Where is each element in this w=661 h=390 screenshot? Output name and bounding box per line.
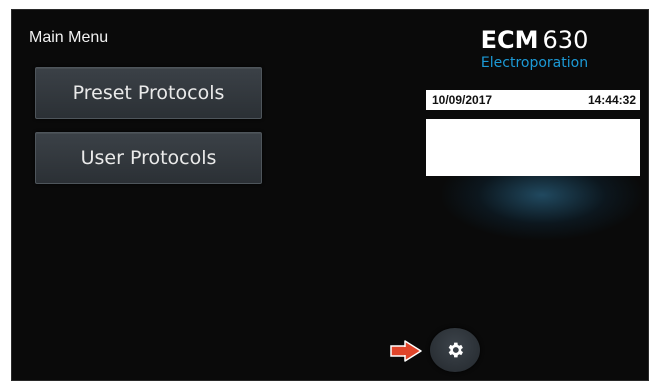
brand-subtitle: Electroporation [480, 55, 589, 71]
time-display: 14:44:32 [587, 93, 636, 107]
brand-name: ECM 630 [427, 27, 642, 53]
preset-protocols-button[interactable]: Preset Protocols [35, 67, 262, 119]
brand-name-bold: ECM [480, 26, 539, 54]
gear-icon [448, 342, 463, 358]
page-title: Main Menu [29, 29, 109, 46]
brand-logo: ECM 630 Electroporation [427, 27, 642, 71]
date-display: 10/09/2017 [432, 93, 493, 107]
device-screen: Main Menu Preset Protocols User Protocol… [11, 9, 649, 381]
datetime-bar: 10/09/2017 14:44:32 [426, 90, 640, 110]
brand-model: 630 [542, 26, 589, 54]
user-protocols-button[interactable]: User Protocols [35, 132, 262, 184]
status-display [426, 119, 640, 176]
arrow-right-icon [390, 340, 422, 362]
settings-button[interactable] [430, 328, 480, 372]
